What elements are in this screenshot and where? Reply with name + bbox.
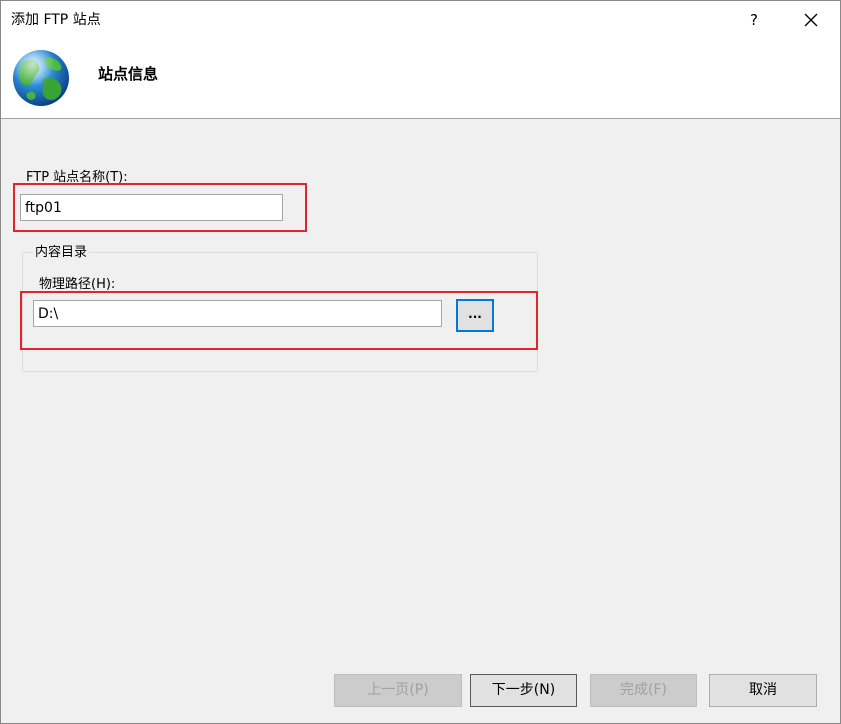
page-title: 站点信息 — [98, 65, 159, 83]
help-button[interactable]: ? — [733, 1, 775, 39]
add-ftp-site-dialog: 添加 FTP 站点 ? 站点信息 FTP 站点名称(T): ftp01 内容目录… — [0, 0, 841, 724]
title-bar: 添加 FTP 站点 ? — [1, 1, 840, 39]
close-button[interactable] — [786, 1, 836, 39]
next-button[interactable]: 下一步(N) — [470, 674, 577, 707]
window-title: 添加 FTP 站点 — [11, 12, 101, 28]
physical-path-label: 物理路径(H): — [39, 277, 116, 292]
site-name-label: FTP 站点名称(T): — [26, 170, 128, 185]
site-name-input[interactable] — [20, 194, 283, 221]
physical-path-input[interactable] — [33, 300, 442, 327]
finish-button[interactable]: 完成(F) — [590, 674, 697, 707]
close-icon — [804, 13, 818, 27]
globe-icon — [13, 50, 69, 106]
previous-button[interactable]: 上一页(P) — [334, 674, 462, 707]
wizard-header: 站点信息 — [1, 39, 840, 119]
browse-button[interactable]: ... — [456, 299, 494, 332]
content-directory-group-label: 内容目录 — [33, 245, 90, 261]
cancel-button[interactable]: 取消 — [709, 674, 817, 707]
